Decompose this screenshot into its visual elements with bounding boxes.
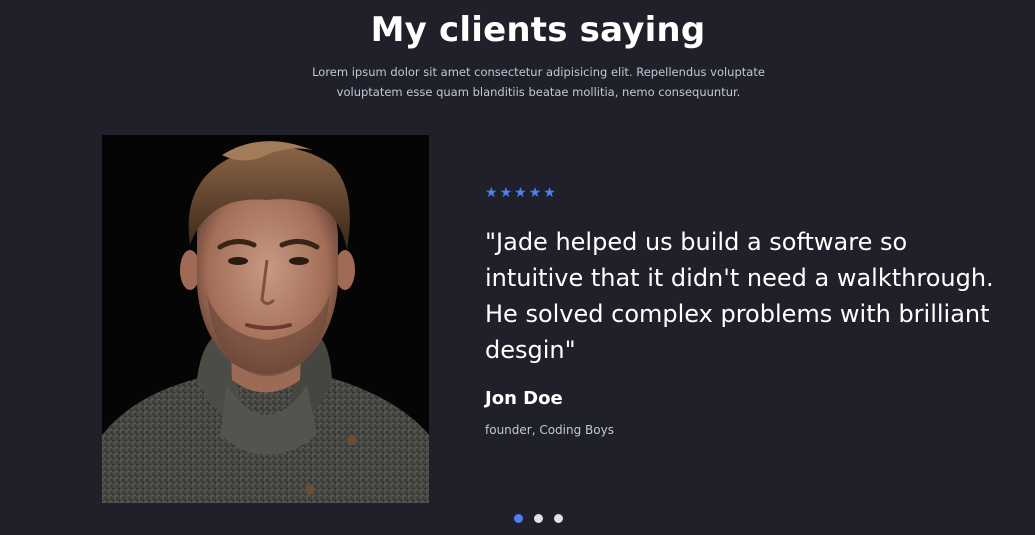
carousel-dot-3[interactable] (554, 514, 563, 523)
carousel-dot-2[interactable] (534, 514, 543, 523)
client-photo (102, 135, 429, 503)
star-icon: ★ (499, 185, 513, 201)
section-subtitle: Lorem ipsum dolor sit amet consectetur a… (312, 65, 765, 99)
section-title: My clients saying (370, 10, 706, 50)
testimonial-quote: "Jade helped us build a software so intu… (485, 228, 994, 364)
client-name: Jon Doe (485, 388, 563, 409)
star-rating: ★ ★ ★ ★ ★ (485, 184, 556, 202)
carousel-dot-1[interactable] (514, 514, 523, 523)
star-icon: ★ (528, 185, 542, 201)
client-portrait-icon (102, 135, 429, 503)
star-icon: ★ (543, 185, 556, 201)
star-icon: ★ (514, 185, 527, 201)
client-role: founder, Coding Boys (485, 423, 614, 437)
carousel-pagination (514, 514, 563, 523)
star-icon: ★ (485, 185, 498, 201)
